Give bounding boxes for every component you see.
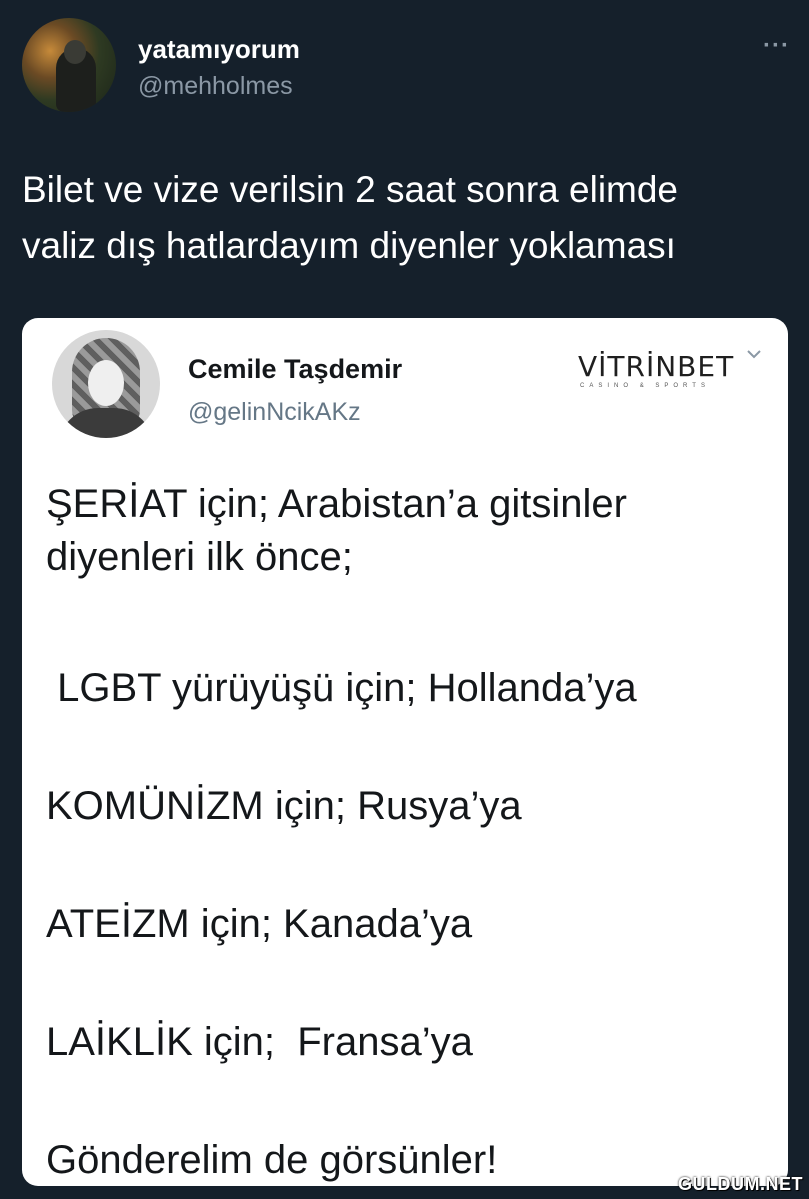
embed-text-line: ŞERİAT için; Arabistan’a gitsinler	[46, 482, 627, 526]
brand-name: VİTRİNBET	[578, 350, 735, 383]
site-watermark: GULDUM.NET	[678, 1174, 803, 1194]
more-dots-icon[interactable]: ···	[763, 32, 790, 60]
embed-user-name[interactable]: Cemile Taşdemir	[188, 354, 402, 385]
embed-text-line: LGBT yürüyüşü için; Hollanda’ya	[46, 666, 637, 710]
tweet-text: Bilet ve vize verilsin 2 saat sonra elim…	[22, 162, 782, 274]
embed-text-line: ATEİZM için; Kanada’ya	[46, 902, 473, 946]
embed-user-handle[interactable]: @gelinNcikAKz	[188, 398, 361, 427]
user-avatar[interactable]	[22, 18, 116, 112]
brand-tagline: CASINO & SPORTS	[580, 383, 710, 389]
user-name[interactable]: yatamıyorum	[138, 34, 300, 65]
avatar-head	[64, 40, 86, 64]
embed-text-line: LAİKLİK için; Fransa’ya	[46, 1020, 473, 1064]
avatar-face	[88, 360, 124, 406]
tweet-text-line: Bilet ve vize verilsin 2 saat sonra elim…	[22, 169, 679, 210]
tweet-header: yatamıyorum @mehholmes ···	[22, 18, 792, 118]
embed-text-line: KOMÜNİZM için; Rusya’ya	[46, 784, 522, 828]
chevron-down-icon[interactable]	[746, 346, 762, 362]
tweet-text-line: valiz dış hatlardayım diyenler yoklaması	[22, 225, 676, 266]
embed-user-avatar[interactable]	[52, 330, 160, 438]
embed-text-line: diyenleri ilk önce;	[46, 535, 353, 579]
user-handle[interactable]: @mehholmes	[138, 72, 293, 101]
brand-logo: VİTRİNBET CASINO & SPORTS	[578, 350, 735, 390]
embed-text-line: Gönderelim de görsünler!	[46, 1138, 498, 1182]
embedded-tweet-card[interactable]: Cemile Taşdemir @gelinNcikAKz VİTRİNBET …	[22, 318, 788, 1186]
